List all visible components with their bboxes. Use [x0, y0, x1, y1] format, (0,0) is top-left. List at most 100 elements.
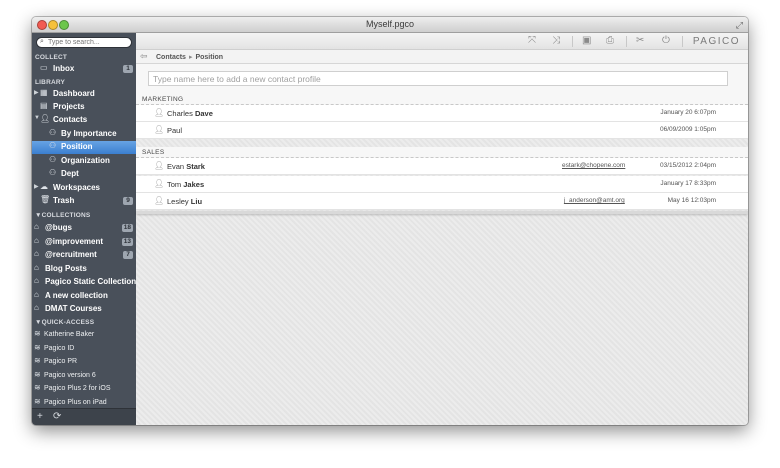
quick-access-item[interactable]: ≋ Pagico Plus 2 for iOS — [32, 383, 136, 396]
search-box[interactable]: ⌕ — [36, 37, 132, 48]
group-header: MARKETING — [136, 94, 748, 105]
quick-access-item[interactable]: ≋ Pagico version 6 — [32, 370, 136, 383]
contact-name: Tom Jakes — [167, 180, 205, 189]
expand-icon[interactable]: ⤧ — [528, 35, 536, 46]
trash-icon: 🗑︎ — [40, 195, 51, 204]
sidebar-item-collection[interactable]: ⌂ @improvement 13 — [32, 236, 136, 249]
contact-row[interactable]: 👤︎ Paul 06/09/2009 1:05pm — [136, 122, 748, 139]
collection-icon: ⌂ — [34, 276, 39, 285]
contact-row[interactable]: 👤︎ Charles Dave January 20 6:07pm — [136, 105, 748, 122]
disclosure-right-icon[interactable]: ▶ — [34, 89, 39, 96]
sidebar-item-label: By Importance — [61, 129, 117, 138]
sidebar-item-collection[interactable]: ⌂ @recruitment 7 — [32, 249, 136, 262]
collection-icon: ⌂ — [34, 236, 39, 245]
link-icon: ≋ — [34, 329, 41, 338]
add-icon[interactable]: + — [37, 411, 43, 422]
sidebar-item-collection[interactable]: ⌂ Pagico Static Collection — [32, 276, 136, 289]
breadcrumb-parent[interactable]: Contacts — [156, 54, 186, 61]
breadcrumb-current: Position — [195, 54, 224, 61]
link-icon: ≋ — [34, 356, 41, 365]
collection-icon: ⌂ — [34, 303, 39, 312]
link-icon: ≋ — [34, 343, 41, 352]
collapse-icon[interactable]: ⤨ — [552, 35, 560, 46]
contact-date: 06/09/2009 1:05pm — [659, 126, 716, 133]
collection-icon: ⌂ — [34, 249, 39, 258]
sidebar-item-label: A new collection — [45, 291, 108, 300]
archive-icon[interactable]: ▣ — [582, 35, 591, 46]
main-content: ⤧ ⤨ ▣ ⎙ ✂ ⏻ PAGICO ⇦ Contacts▸Position M… — [136, 33, 748, 425]
sidebar-item-collection[interactable]: ⌂ A new collection — [32, 290, 136, 303]
sidebar-item-collection[interactable]: ⌂ Blog Posts — [32, 263, 136, 276]
toolbar-divider — [682, 36, 683, 47]
sidebar-item-label: Workspaces — [53, 183, 100, 192]
section-header-quick-access: ▼QUICK-ACCESS — [35, 319, 95, 326]
sidebar-item-inbox[interactable]: ▭ Inbox 1 — [32, 63, 136, 76]
sidebar-item-collection[interactable]: ⌂ @bugs 18 — [32, 222, 136, 235]
section-header-collections: ▼COLLECTIONS — [35, 212, 91, 219]
group-header: SALES — [136, 147, 748, 158]
sidebar-item-workspaces[interactable]: ▶ ☁ Workspaces — [32, 182, 136, 195]
quick-access-label: Katherine Baker — [44, 331, 95, 338]
contact-date: 03/15/2012 2:04pm — [659, 162, 716, 169]
collection-icon: ⌂ — [34, 290, 39, 299]
search-icon: ⌕ — [40, 38, 44, 45]
contact-date: January 20 6:07pm — [660, 109, 716, 116]
sidebar-item-label: Projects — [53, 102, 85, 111]
list-bottom-edge — [136, 211, 748, 214]
quick-access-label: Pagico ID — [44, 345, 75, 352]
contacts-icon: ⚇ — [49, 155, 57, 164]
sidebar-item-label: @improvement — [45, 237, 104, 246]
inbox-icon: ▭ — [40, 63, 48, 72]
sync-icon[interactable]: ⟳ — [53, 411, 61, 422]
power-icon[interactable]: ⏻ — [662, 35, 670, 46]
dashboard-icon: ▦ — [40, 88, 48, 97]
sidebar-item-label: Contacts — [53, 115, 88, 124]
contact-date: January 17 8:33pm — [660, 180, 716, 187]
quick-access-item[interactable]: ≋ Katherine Baker — [32, 329, 136, 342]
add-contact-input[interactable] — [148, 71, 728, 86]
quick-access-item[interactable]: ≋ Pagico PR — [32, 356, 136, 369]
sidebar-item-by-importance[interactable]: ⚇ By Importance — [32, 128, 136, 141]
person-icon: 👤︎ — [154, 179, 165, 188]
fullscreen-icon[interactable]: ⤢ — [736, 20, 743, 31]
sidebar-item-label: Blog Posts — [45, 264, 87, 273]
sidebar-item-label: Position — [61, 142, 93, 151]
sidebar-item-position[interactable]: ⚇ Position — [32, 141, 136, 154]
section-header-collect: COLLECT — [35, 54, 68, 61]
quick-access-label: Pagico version 6 — [44, 372, 96, 379]
contact-row[interactable]: 👤︎ Lesley Liu j_anderson@amt.org May 16 … — [136, 193, 748, 210]
sidebar: ⌕ COLLECT ▭ Inbox 1 LIBRARY ▶ ▦ Dashboar… — [32, 33, 136, 425]
toolbar-divider — [572, 36, 573, 47]
contact-name: Lesley Liu — [167, 197, 203, 206]
brand-logo: PAGICO — [692, 36, 740, 47]
sidebar-item-label: @bugs — [45, 223, 72, 232]
sidebar-item-label: Inbox — [53, 64, 75, 73]
contact-name: Charles Dave — [167, 109, 213, 118]
count-badge: 9 — [123, 197, 133, 205]
link-icon: ≋ — [34, 397, 41, 406]
sidebar-item-dashboard[interactable]: ▶ ▦ Dashboard — [32, 88, 136, 101]
quick-access-item[interactable]: ≋ Pagico ID — [32, 343, 136, 356]
sidebar-item-contacts[interactable]: ▼ 👤︎ Contacts — [32, 114, 136, 127]
quick-access-label: Pagico PR — [44, 358, 78, 365]
contact-email-link[interactable]: j_anderson@amt.org — [564, 197, 625, 204]
back-arrow-icon[interactable]: ⇦ — [140, 51, 148, 62]
contact-row[interactable]: 👤︎ Tom Jakes January 17 8:33pm — [136, 176, 748, 193]
sidebar-item-organization[interactable]: ⚇ Organization — [32, 155, 136, 168]
disclosure-right-icon[interactable]: ▶ — [34, 183, 39, 190]
contacts-icon: ⚇ — [49, 168, 57, 177]
search-input[interactable] — [48, 38, 130, 47]
app-window: Myself.pgco ⤢ ⌕ COLLECT ▭ Inbox 1 LIBRAR… — [32, 17, 748, 425]
sidebar-footer: + ⟳ — [32, 408, 136, 425]
sidebar-item-collection[interactable]: ⌂ DMAT Courses — [32, 303, 136, 316]
tools-icon[interactable]: ✂ — [636, 35, 644, 46]
collection-icon: ⌂ — [34, 222, 39, 231]
contact-row[interactable]: 👤︎ Evan Stark estark@chopene.com 03/15/2… — [136, 158, 748, 175]
sidebar-item-projects[interactable]: ▤ Projects — [32, 101, 136, 114]
sidebar-item-trash[interactable]: 🗑︎ Trash 9 — [32, 195, 136, 208]
toolbar: ⤧ ⤨ ▣ ⎙ ✂ ⏻ PAGICO — [136, 33, 748, 50]
sidebar-item-dept[interactable]: ⚇ Dept — [32, 168, 136, 181]
sidebar-item-label: Dept — [61, 169, 79, 178]
print-icon[interactable]: ⎙ — [606, 35, 614, 46]
contact-email-link[interactable]: estark@chopene.com — [562, 162, 625, 169]
